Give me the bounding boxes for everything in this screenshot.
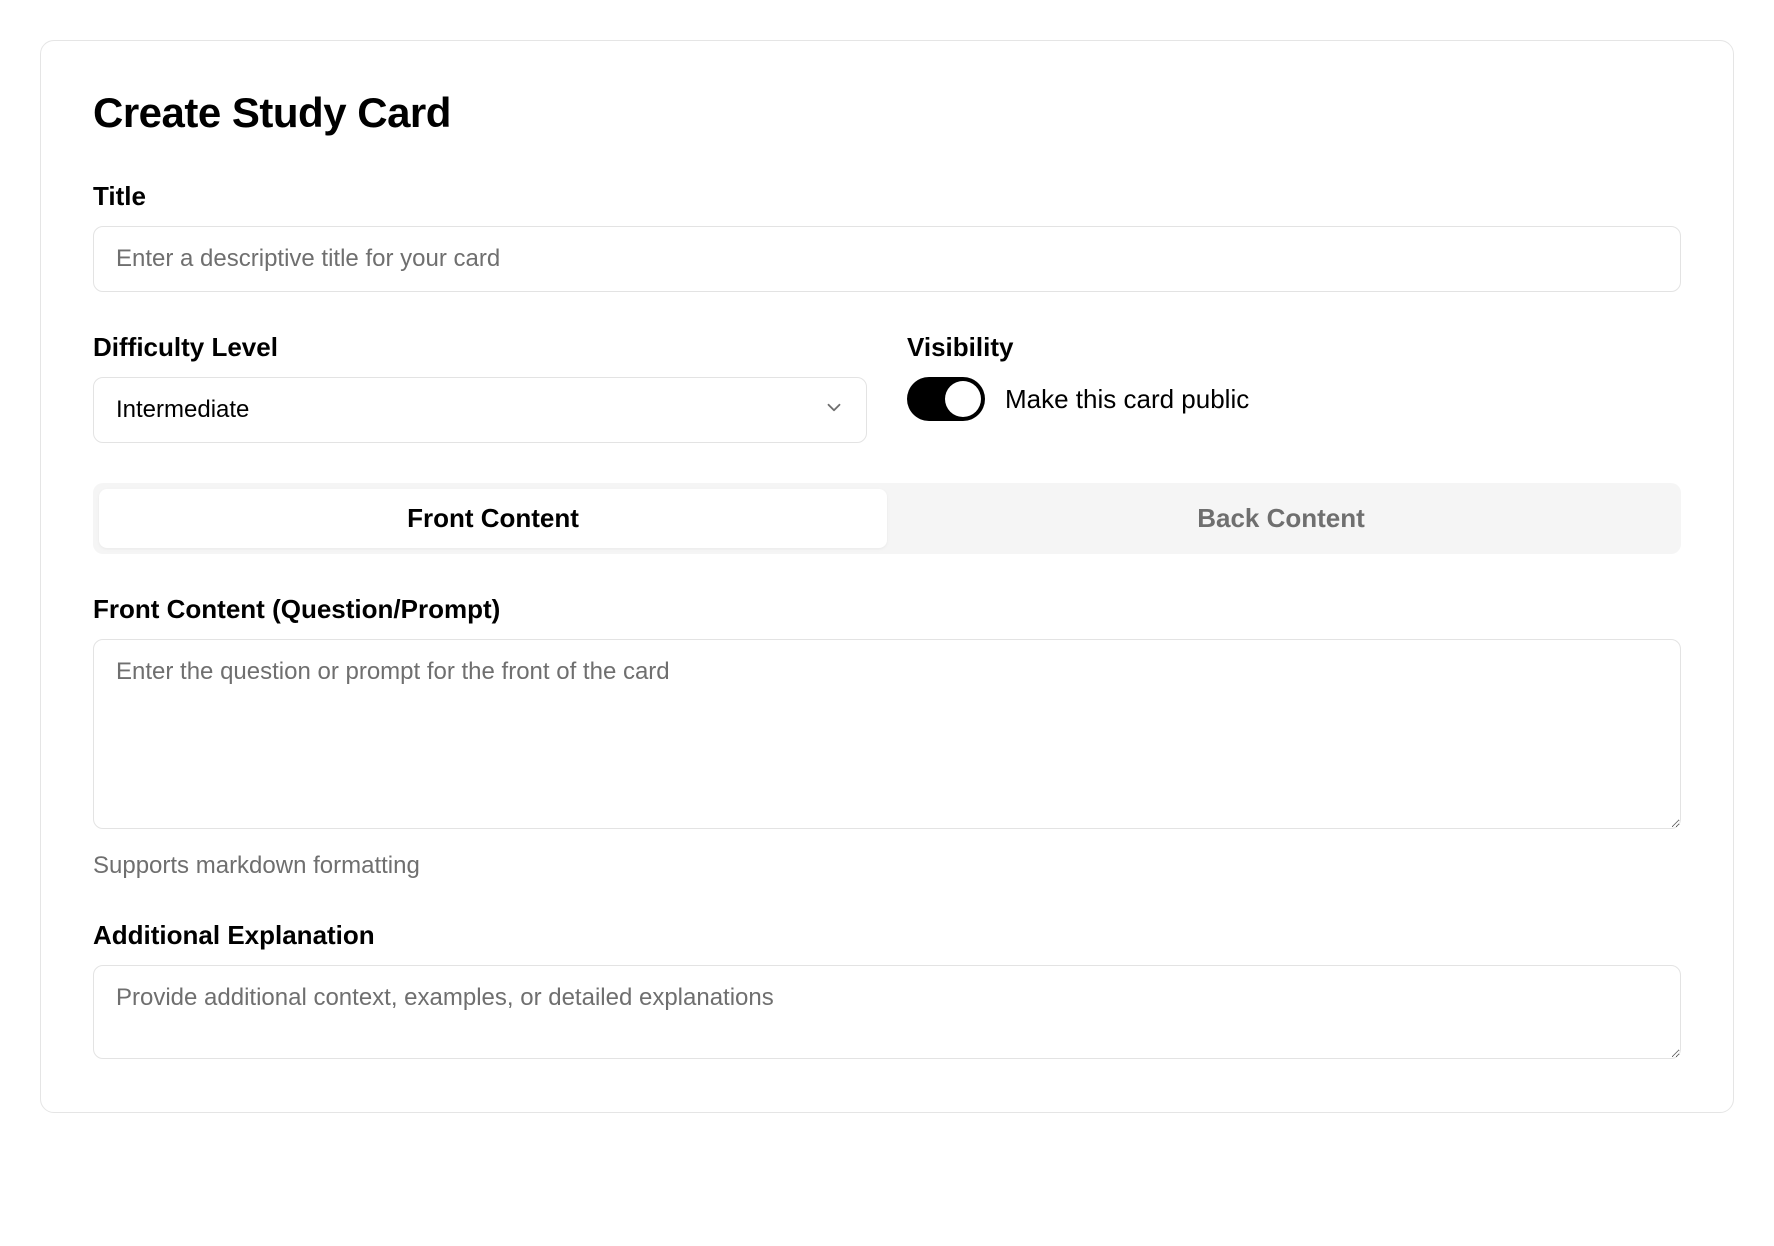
front-content-textarea[interactable] <box>93 639 1681 829</box>
visibility-toggle[interactable] <box>907 377 985 421</box>
difficulty-select[interactable]: Intermediate <box>93 377 867 443</box>
front-content-label: Front Content (Question/Prompt) <box>93 594 1681 625</box>
tab-front-content[interactable]: Front Content <box>99 489 887 548</box>
toggle-knob <box>945 381 981 417</box>
content-tabs: Front Content Back Content <box>93 483 1681 554</box>
tab-back-content[interactable]: Back Content <box>887 489 1675 548</box>
explanation-label: Additional Explanation <box>93 920 1681 951</box>
visibility-toggle-label: Make this card public <box>1005 384 1249 415</box>
difficulty-label: Difficulty Level <box>93 332 867 363</box>
front-content-hint: Supports markdown formatting <box>93 852 1681 880</box>
page-title: Create Study Card <box>93 89 1681 137</box>
title-input[interactable] <box>93 226 1681 292</box>
title-label: Title <box>93 181 1681 212</box>
visibility-label: Visibility <box>907 332 1681 363</box>
create-card-panel: Create Study Card Title Difficulty Level… <box>40 40 1734 1113</box>
explanation-textarea[interactable] <box>93 965 1681 1059</box>
